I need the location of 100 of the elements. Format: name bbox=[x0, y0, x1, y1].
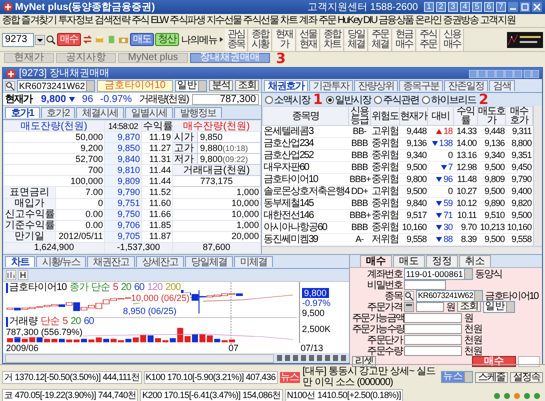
menu-item[interactable]: 계좌 bbox=[298, 14, 318, 26]
screen-tab[interactable]: MyNet plus bbox=[118, 53, 188, 63]
horizontal-scrollbar[interactable] bbox=[5, 354, 274, 363]
clear-button[interactable]: 청산 bbox=[155, 33, 179, 46]
tab[interactable]: 체결시세 bbox=[76, 107, 124, 118]
column-header[interactable]: 매도호가 bbox=[478, 106, 506, 126]
close-icon[interactable] bbox=[532, 2, 542, 12]
menu-item[interactable]: 투자정보 bbox=[57, 14, 94, 26]
menu-item[interactable]: 온라인 bbox=[414, 14, 442, 26]
tab[interactable]: 당일체결 bbox=[184, 256, 233, 267]
menu-item[interactable]: 종합 bbox=[1, 14, 20, 26]
bond-name-cell[interactable]: 금호타이어10 bbox=[262, 174, 348, 186]
tab[interactable]: 채권잔고 bbox=[86, 256, 135, 267]
tab[interactable]: 일별시세 bbox=[125, 107, 174, 118]
chevron-right-icon[interactable] bbox=[219, 35, 224, 44]
menu-item[interactable]: 차트 bbox=[279, 14, 298, 26]
screen-tab[interactable]: 현재가 bbox=[4, 53, 54, 63]
shortcut-button[interactable]: 현재가 bbox=[273, 28, 296, 50]
tab[interactable]: 종목구분 bbox=[399, 80, 443, 91]
screen-number-button[interactable]: 6 bbox=[484, 2, 494, 12]
index-ticker[interactable]: N100선 1410.50[+2.50(0.18%)] bbox=[284, 389, 403, 401]
bond-name-cell[interactable]: 온세텔레콤3 bbox=[262, 126, 348, 138]
menu-item[interactable]: 주문 bbox=[318, 14, 337, 26]
news-headline[interactable]: [대두] 통동시 강고만 상세~ 실드만 이익 소스 (000000) bbox=[302, 366, 438, 388]
tab[interactable]: 채권호가 bbox=[264, 80, 308, 91]
order-field[interactable] bbox=[404, 324, 462, 334]
order-tab[interactable]: 정정 bbox=[426, 255, 458, 267]
shortcut-button[interactable]: 종합차트 bbox=[321, 28, 344, 50]
column-header[interactable]: 위험도 bbox=[370, 106, 400, 126]
bond-name-cell[interactable]: 대우자판60 bbox=[262, 162, 348, 174]
screen-number-button[interactable]: 5 bbox=[472, 2, 482, 12]
menu-item[interactable]: 주식선물 bbox=[242, 14, 280, 26]
window-tool-icons-drawing[interactable] bbox=[469, 70, 539, 78]
tab[interactable]: 기관투자 bbox=[309, 80, 353, 91]
column-header[interactable]: 신용등급 bbox=[348, 106, 370, 126]
bond-code-dropdown[interactable]: KR6073241W62 bbox=[17, 80, 96, 92]
index-ticker[interactable]: K200 170.15[-6.41(3.47%)] 154,086천 bbox=[140, 389, 283, 401]
bond-name-cell[interactable]: 대한전선146 bbox=[262, 210, 348, 222]
shortcut-button[interactable]: 종합시황 bbox=[249, 28, 272, 50]
market-dropdown[interactable]: 일반 bbox=[175, 80, 207, 92]
order-tab[interactable]: 매도 bbox=[393, 255, 425, 267]
status-button[interactable]: 스케줄 bbox=[475, 372, 508, 382]
index-ticker[interactable]: 코 470.05[-19.22(3.90%)] 744,740천 bbox=[2, 389, 138, 401]
bond-name-cell[interactable]: 솔로몬상호저축은행4 bbox=[262, 186, 348, 198]
shortcut-button[interactable]: 주식주문 bbox=[417, 28, 440, 50]
menu-item[interactable]: 주식파생 bbox=[168, 14, 206, 26]
tab[interactable]: 호가1 bbox=[5, 107, 40, 118]
screen-code-field[interactable]: 9273 bbox=[2, 32, 34, 46]
menu-item[interactable]: 검색전략 bbox=[94, 14, 131, 26]
shortcut-button[interactable]: 선물현재 bbox=[297, 28, 320, 50]
tab[interactable]: 검색 bbox=[489, 80, 515, 91]
search-icon[interactable] bbox=[46, 34, 56, 44]
vertical-scrollbar[interactable] bbox=[533, 106, 542, 246]
my-menu-button[interactable]: 나의메뉴 bbox=[180, 32, 218, 46]
screen-tab[interactable]: 공지사항 bbox=[56, 53, 116, 63]
bond-name-cell[interactable]: 금호산업234 bbox=[262, 138, 348, 150]
order-field[interactable] bbox=[404, 312, 462, 322]
query-button[interactable]: 조회 bbox=[457, 301, 481, 312]
chart-toolbar-icons-drawing[interactable] bbox=[277, 354, 347, 362]
password-field[interactable] bbox=[404, 280, 446, 290]
search-icon[interactable] bbox=[404, 290, 414, 300]
shortcut-button[interactable]: 신용매수 bbox=[441, 28, 464, 50]
chart-tool-icon[interactable] bbox=[6, 270, 16, 280]
refresh-arrows-icon[interactable] bbox=[82, 34, 93, 45]
minimize-icon[interactable] bbox=[508, 2, 518, 12]
menu-item[interactable]: 고객지원 bbox=[479, 14, 516, 26]
menu-item[interactable]: 주식 bbox=[130, 14, 150, 26]
tab[interactable]: 미체결 bbox=[234, 256, 273, 267]
index-ticker[interactable]: 거 1370.12[-50.50(3.50%)] 444,111천 bbox=[2, 370, 142, 384]
tab[interactable]: 차트 bbox=[5, 256, 35, 267]
account-dropdown[interactable]: 119-01-000861 bbox=[404, 268, 474, 280]
order-tab[interactable]: 취소 bbox=[459, 255, 491, 267]
tab[interactable]: 잔존일정 bbox=[444, 80, 488, 91]
tab[interactable]: 발행정보 bbox=[174, 107, 222, 118]
shortcut-button[interactable]: 당일체결 bbox=[345, 28, 368, 50]
bond-name-cell[interactable]: 금호산업252 bbox=[262, 150, 348, 162]
index-ticker[interactable]: K100 170.10[-5.90(3.21%)] 407,436 bbox=[144, 370, 278, 384]
query-button[interactable]: 조회 bbox=[235, 80, 259, 91]
screen-number-button[interactable]: 3 bbox=[448, 2, 458, 12]
tab[interactable]: 호가2 bbox=[40, 107, 76, 118]
tab[interactable]: 시황/뉴스 bbox=[36, 256, 86, 267]
status-button[interactable]: 설정속 bbox=[510, 372, 543, 382]
order-type-dropdown[interactable]: 일반 bbox=[483, 300, 515, 312]
menu-item[interactable]: DIU bbox=[362, 14, 378, 26]
column-header[interactable]: 종목명 bbox=[262, 106, 348, 126]
order-price-field[interactable] bbox=[416, 302, 444, 312]
bond-name-cell[interactable]: 아시아나항공60 bbox=[262, 222, 348, 234]
menu-item[interactable]: ELW bbox=[150, 14, 169, 26]
dropdown-caret-icon[interactable] bbox=[35, 34, 45, 44]
order-field[interactable] bbox=[404, 334, 462, 344]
screen-number-button[interactable]: 1 bbox=[424, 2, 434, 12]
horizontal-scrollbar[interactable] bbox=[262, 246, 542, 254]
bond-code-dropdown[interactable]: KR6073241W62 bbox=[416, 290, 484, 302]
column-header[interactable]: 수익률 bbox=[454, 106, 478, 126]
market-radio[interactable]: 하이브리드 bbox=[422, 92, 476, 106]
order-tab[interactable]: 매수 bbox=[360, 255, 392, 267]
chart-tool-icon[interactable] bbox=[18, 270, 28, 280]
market-radio[interactable]: 일반시장 bbox=[326, 92, 371, 106]
menu-item[interactable]: 즐겨찾기 bbox=[20, 14, 57, 26]
buy-button[interactable]: 매수 bbox=[57, 33, 81, 46]
